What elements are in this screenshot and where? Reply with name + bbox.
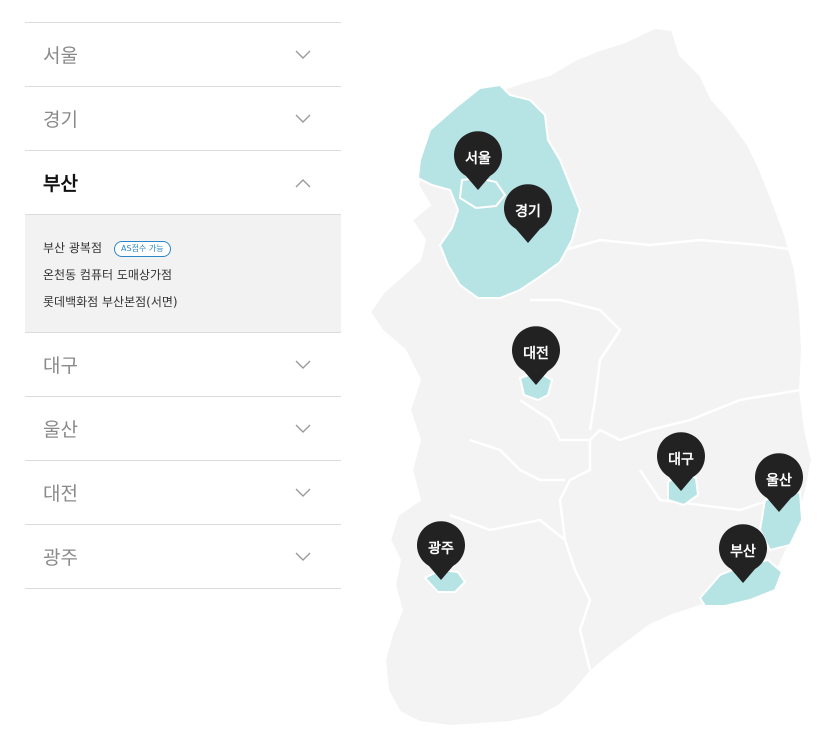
store-name: 부산 광복점 [43, 241, 103, 255]
region-title: 서울 [43, 45, 78, 67]
pin-label: 경기 [515, 203, 541, 220]
chevron-up-icon [295, 178, 311, 187]
as-badge: AS접수 가능 [114, 240, 171, 257]
pin-label: 대구 [668, 452, 694, 468]
region-item-daejeon: 대전 [25, 461, 341, 525]
region-item-daegu: 대구 [25, 333, 341, 397]
pin-label: 서울 [465, 150, 491, 167]
pin-label: 부산 [730, 543, 756, 560]
region-header-ulsan[interactable]: 울산 [25, 397, 341, 460]
region-header-gyeonggi[interactable]: 경기 [25, 87, 341, 150]
pin-label: 광주 [428, 540, 454, 557]
store-name: 온천동 컴퓨터 도매상가점 [43, 268, 173, 282]
region-item-seoul: 서울 [25, 23, 341, 87]
region-item-ulsan: 울산 [25, 397, 341, 461]
region-title: 대전 [43, 483, 78, 505]
region-header-seoul[interactable]: 서울 [25, 23, 341, 86]
chevron-down-icon [295, 488, 311, 497]
region-title: 울산 [43, 419, 78, 441]
region-item-gwangju: 광주 [25, 525, 341, 589]
region-title: 대구 [43, 355, 78, 377]
region-header-gwangju[interactable]: 광주 [25, 525, 341, 588]
store-name: 롯데백화점 부산본점(서면) [43, 295, 178, 309]
store-item[interactable]: 롯데백화점 부산본점(서면) [43, 289, 323, 316]
region-title: 광주 [43, 547, 78, 569]
chevron-down-icon [295, 114, 311, 123]
store-item[interactable]: 부산 광복점 AS접수 가능 [43, 235, 323, 262]
region-header-daegu[interactable]: 대구 [25, 333, 341, 396]
region-title: 경기 [43, 109, 78, 131]
region-header-busan[interactable]: 부산 [25, 151, 341, 214]
region-item-gyeonggi: 경기 [25, 87, 341, 151]
region-item-busan: 부산 부산 광복점 AS접수 가능 온천동 컴퓨터 도매상가점 롯데백화점 부산… [25, 151, 341, 333]
store-item[interactable]: 온천동 컴퓨터 도매상가점 [43, 262, 323, 289]
store-list: 부산 광복점 AS접수 가능 온천동 컴퓨터 도매상가점 롯데백화점 부산본점(… [25, 214, 341, 332]
region-title: 부산 [43, 173, 78, 195]
pin-label: 울산 [766, 472, 792, 489]
chevron-down-icon [295, 360, 311, 369]
korea-map: 서울 경기 대전 대구 울산 부산 광주 [368, 26, 814, 728]
chevron-down-icon [295, 50, 311, 59]
chevron-down-icon [295, 424, 311, 433]
region-header-daejeon[interactable]: 대전 [25, 461, 341, 524]
chevron-down-icon [295, 552, 311, 561]
pin-label: 대전 [523, 345, 549, 362]
region-accordion: 서울 경기 부산 부산 광복점 AS접수 가능 온천동 컴퓨터 도매상가점 롯데… [25, 22, 341, 589]
